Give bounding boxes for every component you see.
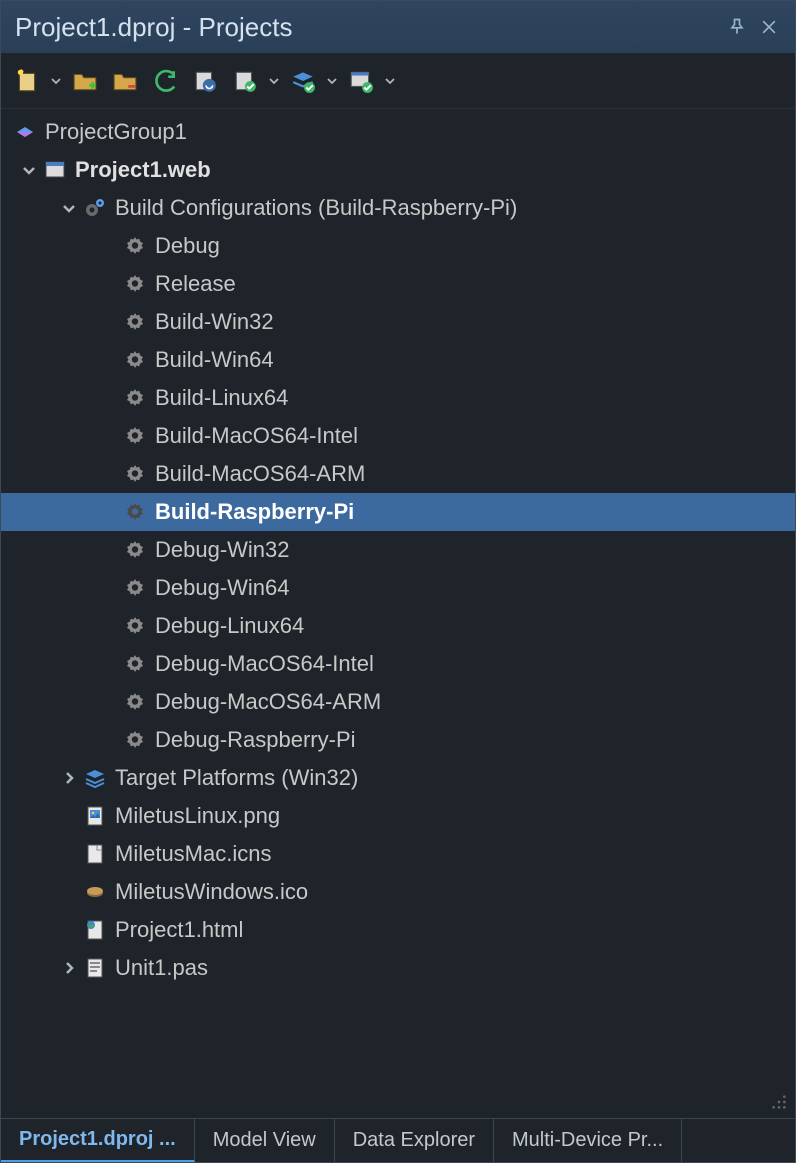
project-html-label: Project1.html xyxy=(115,917,243,943)
gear-icon xyxy=(121,498,149,526)
tree-config-item[interactable]: Build-Linux64 xyxy=(1,379,795,417)
layers-check-button[interactable] xyxy=(285,63,321,99)
tree-config-item[interactable]: Debug-MacOS64-Intel xyxy=(1,645,795,683)
config-label: Debug-MacOS64-ARM xyxy=(155,689,381,715)
file-icon xyxy=(81,878,109,906)
config-label: Release xyxy=(155,271,236,297)
resize-grip[interactable] xyxy=(771,1094,789,1112)
gear-icon xyxy=(121,688,149,716)
form-check-button[interactable] xyxy=(343,63,379,99)
gear-icon xyxy=(121,460,149,488)
gear-icon xyxy=(121,422,149,450)
file-icon xyxy=(81,802,109,830)
tree-config-item[interactable]: Debug xyxy=(1,227,795,265)
config-label: Debug-Linux64 xyxy=(155,613,304,639)
config-label: Debug-Raspberry-Pi xyxy=(155,727,356,753)
form-check-dropdown[interactable] xyxy=(383,76,397,86)
tab-item[interactable]: Project1.dproj ... xyxy=(1,1119,195,1162)
tree-file-item[interactable]: MiletusLinux.png xyxy=(1,797,795,835)
layers-icon xyxy=(81,764,109,792)
file-label: MiletusWindows.ico xyxy=(115,879,308,905)
gear-icon xyxy=(121,726,149,754)
layers-check-dropdown[interactable] xyxy=(325,76,339,86)
gear-icon xyxy=(121,232,149,260)
tree-build-configs[interactable]: Build Configurations (Build-Raspberry-Pi… xyxy=(1,189,795,227)
config-label: Debug xyxy=(155,233,220,259)
add-folder-button[interactable] xyxy=(67,63,103,99)
tree-config-item[interactable]: Build-Raspberry-Pi xyxy=(1,493,795,531)
bottom-tabs: Project1.dproj ...Model ViewData Explore… xyxy=(1,1118,795,1162)
configure-dropdown[interactable] xyxy=(267,76,281,86)
gear-icon xyxy=(121,308,149,336)
titlebar: Project1.dproj - Projects xyxy=(1,1,795,53)
gear-icon xyxy=(121,612,149,640)
tree-target-platforms[interactable]: Target Platforms (Win32) xyxy=(1,759,795,797)
file-icon xyxy=(81,840,109,868)
sync-project-button[interactable] xyxy=(187,63,223,99)
gear-icon xyxy=(121,384,149,412)
file-label: MiletusLinux.png xyxy=(115,803,280,829)
gear-icon xyxy=(121,536,149,564)
config-label: Build-Win64 xyxy=(155,347,274,373)
project-group-icon xyxy=(11,118,39,146)
tree-config-item[interactable]: Build-Win64 xyxy=(1,341,795,379)
close-button[interactable] xyxy=(753,11,785,43)
tree-config-item[interactable]: Debug-Linux64 xyxy=(1,607,795,645)
tree-config-item[interactable]: Build-MacOS64-ARM xyxy=(1,455,795,493)
gear-icon xyxy=(121,346,149,374)
chevron-right-icon[interactable] xyxy=(57,766,81,790)
gear-icon xyxy=(121,650,149,678)
tree-project-group[interactable]: ProjectGroup1 xyxy=(1,113,795,151)
unit-label: Unit1.pas xyxy=(115,955,208,981)
pin-button[interactable] xyxy=(721,11,753,43)
tab-item[interactable]: Multi-Device Pr... xyxy=(494,1119,682,1162)
config-label: Build-MacOS64-ARM xyxy=(155,461,365,487)
refresh-button[interactable] xyxy=(147,63,183,99)
tree-project-html[interactable]: Project1.html xyxy=(1,911,795,949)
tree-config-item[interactable]: Build-Win32 xyxy=(1,303,795,341)
tab-item[interactable]: Data Explorer xyxy=(335,1119,494,1162)
html-file-icon xyxy=(81,916,109,944)
tree-config-item[interactable]: Release xyxy=(1,265,795,303)
project-label: Project1.web xyxy=(75,157,211,183)
window-title: Project1.dproj - Projects xyxy=(15,12,721,43)
build-configs-label: Build Configurations (Build-Raspberry-Pi… xyxy=(115,195,517,221)
tree-unit[interactable]: Unit1.pas xyxy=(1,949,795,987)
project-icon xyxy=(41,156,69,184)
pas-file-icon xyxy=(81,954,109,982)
target-platforms-label: Target Platforms (Win32) xyxy=(115,765,358,791)
gear-icon xyxy=(121,270,149,298)
gears-icon xyxy=(81,194,109,222)
config-label: Debug-Win64 xyxy=(155,575,290,601)
config-label: Debug-Win32 xyxy=(155,537,290,563)
config-label: Build-Linux64 xyxy=(155,385,288,411)
tree-config-item[interactable]: Build-MacOS64-Intel xyxy=(1,417,795,455)
project-group-label: ProjectGroup1 xyxy=(45,119,187,145)
tree-config-item[interactable]: Debug-Win32 xyxy=(1,531,795,569)
config-label: Build-MacOS64-Intel xyxy=(155,423,358,449)
tree-project[interactable]: Project1.web xyxy=(1,151,795,189)
toolbar xyxy=(1,53,795,109)
file-label: MiletusMac.icns xyxy=(115,841,271,867)
config-label: Debug-MacOS64-Intel xyxy=(155,651,374,677)
config-label: Build-Raspberry-Pi xyxy=(155,499,354,525)
new-project-button[interactable] xyxy=(9,63,45,99)
config-label: Build-Win32 xyxy=(155,309,274,335)
tree-file-item[interactable]: MiletusMac.icns xyxy=(1,835,795,873)
gear-icon xyxy=(121,574,149,602)
new-project-dropdown[interactable] xyxy=(49,76,63,86)
tree-file-item[interactable]: MiletusWindows.ico xyxy=(1,873,795,911)
project-tree[interactable]: ProjectGroup1 Project1.web Build Configu… xyxy=(1,109,795,1118)
tree-config-item[interactable]: Debug-MacOS64-ARM xyxy=(1,683,795,721)
chevron-right-icon[interactable] xyxy=(57,956,81,980)
chevron-down-icon[interactable] xyxy=(17,158,41,182)
chevron-down-icon[interactable] xyxy=(57,196,81,220)
remove-folder-button[interactable] xyxy=(107,63,143,99)
tab-item[interactable]: Model View xyxy=(195,1119,335,1162)
tree-config-item[interactable]: Debug-Win64 xyxy=(1,569,795,607)
configure-button[interactable] xyxy=(227,63,263,99)
tree-config-item[interactable]: Debug-Raspberry-Pi xyxy=(1,721,795,759)
